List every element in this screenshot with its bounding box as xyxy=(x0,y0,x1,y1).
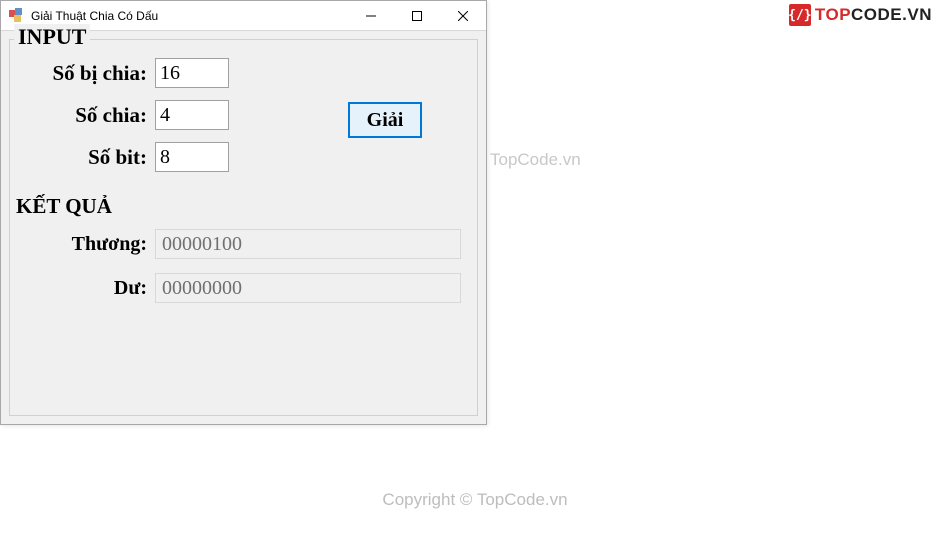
code-bracket-icon: {/} xyxy=(789,4,811,26)
result-header: KẾT QUẢ xyxy=(16,194,467,219)
divisor-label: Số chia: xyxy=(20,103,155,128)
client-area: INPUT Số bị chia: Số chia: Số bit: Giải … xyxy=(1,31,486,424)
topcode-logo: {/} TOPCODE.VN xyxy=(789,4,932,26)
remainder-output xyxy=(155,273,461,303)
input-groupbox: INPUT Số bị chia: Số chia: Số bit: Giải … xyxy=(9,39,478,416)
remainder-label: Dư: xyxy=(20,277,155,300)
minimize-button[interactable] xyxy=(348,1,394,30)
bits-label: Số bit: xyxy=(20,145,155,170)
close-button[interactable] xyxy=(440,1,486,30)
quotient-label: Thương: xyxy=(20,233,155,256)
logo-text: TOPCODE.VN xyxy=(815,5,932,25)
divisor-input[interactable] xyxy=(155,100,229,130)
input-group-label: INPUT xyxy=(14,24,90,50)
watermark-center: TopCode.vn xyxy=(490,150,581,170)
dividend-input[interactable] xyxy=(155,58,229,88)
bits-input[interactable] xyxy=(155,142,229,172)
app-icon xyxy=(9,8,25,24)
dividend-label: Số bị chia: xyxy=(20,61,155,86)
window-controls xyxy=(348,1,486,30)
solve-button[interactable]: Giải xyxy=(348,102,422,138)
maximize-button[interactable] xyxy=(394,1,440,30)
window-title: Giải Thuật Chia Có Dấu xyxy=(31,9,348,23)
watermark-bottom: Copyright © TopCode.vn xyxy=(0,490,950,510)
quotient-output xyxy=(155,229,461,259)
app-window: Giải Thuật Chia Có Dấu INPUT Số bị chia:… xyxy=(0,0,487,425)
